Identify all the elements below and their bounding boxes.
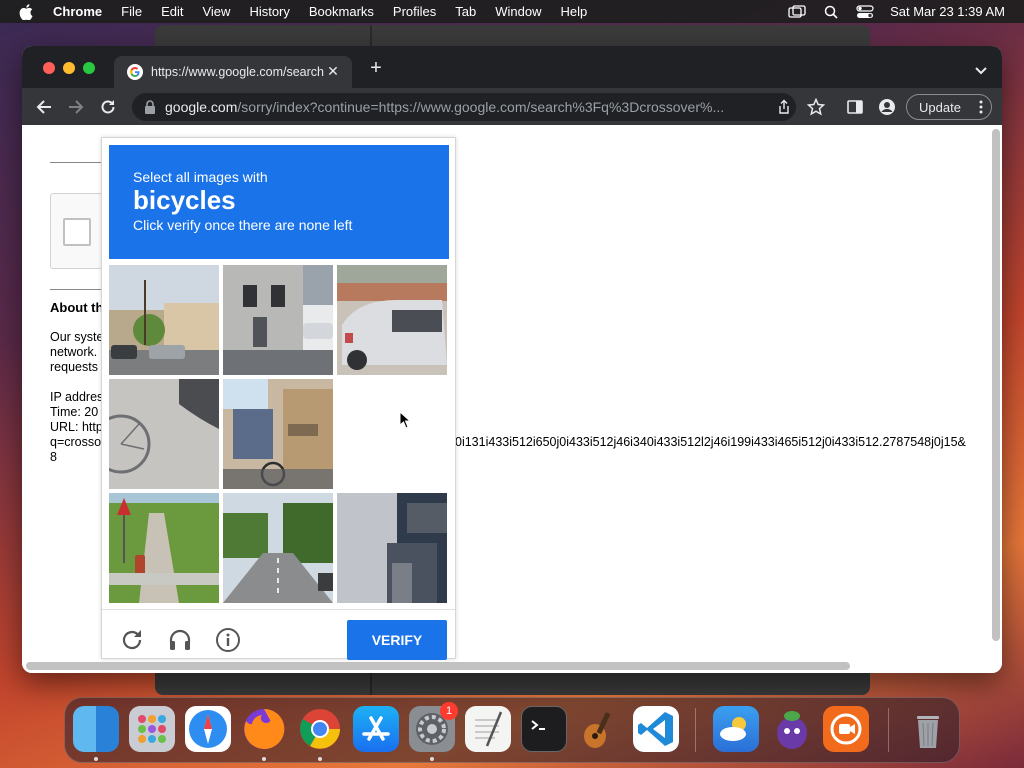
google-favicon-icon <box>127 64 143 80</box>
url-tail-text: 0i131i433i512i650j0i433i512j46i340i433i5… <box>455 435 966 449</box>
bookmark-star-icon[interactable] <box>806 97 826 116</box>
captcha-footer: VERIFY <box>102 609 455 660</box>
textedit-icon[interactable] <box>465 706 511 752</box>
back-arrow-icon[interactable] <box>35 98 53 116</box>
query-line: q=crosso <box>50 435 102 449</box>
menu-profiles[interactable]: Profiles <box>393 4 436 19</box>
captcha-tile[interactable] <box>223 493 333 603</box>
tab-strip: https://www.google.com/search ✕ + <box>22 46 1002 88</box>
menu-clock[interactable]: Sat Mar 23 1:39 AM <box>890 4 1005 19</box>
close-window-button[interactable] <box>43 62 55 74</box>
vscode-icon[interactable] <box>633 706 679 752</box>
url-host: google.com <box>165 99 238 115</box>
new-tab-button[interactable]: + <box>368 58 384 78</box>
paragraph-line: network. <box>50 345 98 359</box>
captcha-header: Select all images with bicycles Click ve… <box>109 145 449 259</box>
menu-history[interactable]: History <box>249 4 289 19</box>
menu-window[interactable]: Window <box>495 4 541 19</box>
dock <box>64 697 960 763</box>
captcha-tile[interactable] <box>109 265 219 375</box>
captcha-tile[interactable] <box>223 379 333 489</box>
screen-mirroring-icon[interactable] <box>788 4 806 19</box>
menu-view[interactable]: View <box>202 4 230 19</box>
captcha-tile[interactable] <box>109 493 219 603</box>
profile-avatar-icon[interactable] <box>878 98 896 116</box>
menu-app-name[interactable]: Chrome <box>53 4 102 19</box>
lock-icon[interactable] <box>144 100 156 114</box>
menu-bar: Chrome File Edit View History Bookmarks … <box>0 0 1024 23</box>
more-menu-icon[interactable] <box>979 100 983 114</box>
trash-icon[interactable] <box>905 706 951 752</box>
ip-address-line: IP addres <box>50 390 104 404</box>
address-bar[interactable]: google.com /sorry/index?continue=https:/… <box>132 93 796 121</box>
captcha-tile[interactable] <box>109 379 219 489</box>
tab-search-chevron-icon[interactable] <box>974 63 988 75</box>
vertical-scrollbar[interactable] <box>992 129 1000 641</box>
eggplant-app-icon[interactable] <box>769 706 815 752</box>
verify-button[interactable]: VERIFY <box>347 620 447 660</box>
menu-bookmarks[interactable]: Bookmarks <box>309 4 374 19</box>
audio-challenge-headphones-icon[interactable] <box>167 627 193 653</box>
running-indicator <box>262 757 266 761</box>
captcha-tile[interactable] <box>223 265 333 375</box>
firefox-icon[interactable] <box>241 706 287 752</box>
tab-close-icon[interactable]: ✕ <box>326 64 340 78</box>
weather-icon[interactable] <box>713 706 759 752</box>
notification-badge: 1 <box>440 702 458 720</box>
mouse-pointer-icon <box>399 410 412 429</box>
horizontal-scrollbar[interactable] <box>26 662 850 670</box>
control-center-icon[interactable] <box>856 4 874 19</box>
chrome-icon[interactable] <box>297 706 343 752</box>
url-continuation-line: 8 <box>50 450 57 464</box>
captcha-keyword: bicycles <box>133 185 236 215</box>
finder-icon[interactable] <box>73 706 119 752</box>
menu-help[interactable]: Help <box>561 4 588 19</box>
safari-icon[interactable] <box>185 706 231 752</box>
spotlight-search-icon[interactable] <box>822 5 840 19</box>
running-indicator <box>318 757 322 761</box>
paragraph-line: Our syste <box>50 330 104 344</box>
time-line: Time: 20 <box>50 405 99 419</box>
browser-toolbar: google.com /sorry/index?continue=https:/… <box>22 88 1002 125</box>
menu-edit[interactable]: Edit <box>161 4 183 19</box>
reload-challenge-icon[interactable] <box>119 627 145 653</box>
share-icon[interactable] <box>776 99 792 115</box>
dock-separator <box>695 708 696 752</box>
running-indicator <box>94 757 98 761</box>
tab-title: https://www.google.com/search <box>151 65 324 79</box>
garageband-guitar-icon[interactable] <box>577 706 623 752</box>
menu-file[interactable]: File <box>121 4 142 19</box>
running-indicator <box>430 757 434 761</box>
info-icon[interactable] <box>215 627 241 653</box>
reload-icon[interactable] <box>99 98 117 116</box>
minimize-window-button[interactable] <box>63 62 75 74</box>
captcha-tile[interactable] <box>337 493 447 603</box>
zoom-window-button[interactable] <box>83 62 95 74</box>
update-label: Update <box>919 99 961 115</box>
captcha-challenge: Select all images with bicycles Click ve… <box>101 137 456 660</box>
url-line: URL: http <box>50 420 103 434</box>
app-store-icon[interactable] <box>353 706 399 752</box>
screen-recorder-icon[interactable] <box>823 706 869 752</box>
paragraph-line: requests <box>50 360 98 374</box>
recaptcha-checkbox[interactable] <box>63 218 91 246</box>
captcha-tile[interactable] <box>337 265 447 375</box>
terminal-icon[interactable] <box>521 706 567 752</box>
tab-google-search[interactable]: https://www.google.com/search ✕ <box>114 56 352 88</box>
forward-arrow-icon[interactable] <box>67 98 85 116</box>
side-panel-icon[interactable] <box>846 98 864 116</box>
menu-tab[interactable]: Tab <box>455 4 476 19</box>
update-button[interactable]: Update <box>906 94 992 120</box>
launchpad-icon[interactable] <box>129 706 175 752</box>
captcha-instruction: Click verify once there are none left <box>133 217 353 233</box>
apple-icon[interactable] <box>17 3 35 21</box>
captcha-tile-empty[interactable] <box>337 379 447 489</box>
url-path: /sorry/index?continue=https://www.google… <box>237 99 725 115</box>
captcha-prompt: Select all images with <box>133 169 268 185</box>
about-heading: About th <box>50 300 104 315</box>
dock-separator <box>888 708 889 752</box>
